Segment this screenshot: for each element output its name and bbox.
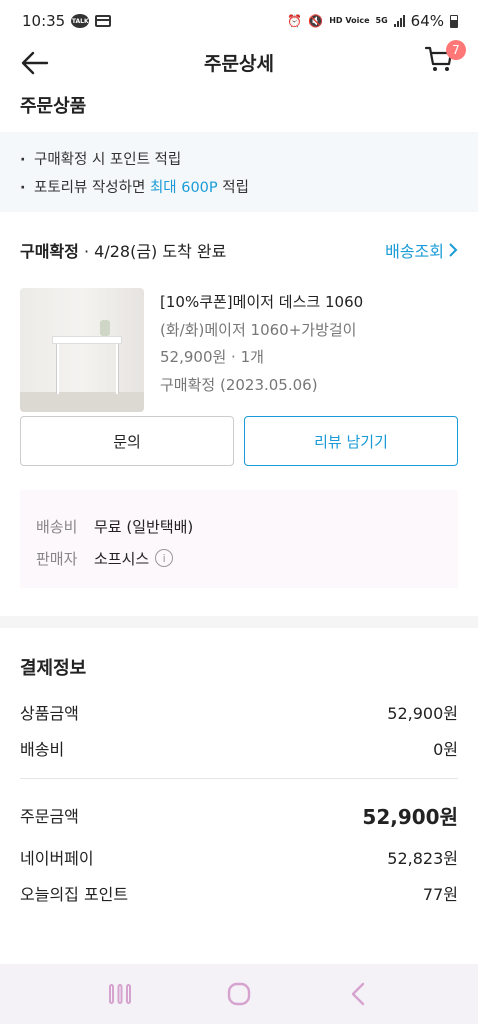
recent-apps-button[interactable] — [100, 974, 140, 1014]
info-icon[interactable]: i — [155, 549, 174, 567]
payment-value: 52,823원 — [387, 849, 458, 868]
app-header: 주문상세 7 — [0, 40, 478, 82]
shipping-fee-label: 배송비 — [36, 517, 78, 536]
section-divider — [0, 616, 478, 628]
shipping-fee-row: 배송비 무료 (일반택배) — [36, 510, 442, 542]
payment-label: 상품금액 — [20, 704, 79, 723]
section-title-products: 주문상품 — [20, 96, 87, 117]
order-total-amount: 52,900원 — [362, 804, 458, 829]
order-header: 구매확정 · 4/28(금) 도착 완료 배송조회 — [0, 212, 478, 288]
confirm-date: 구매확정 (2023.05.06) — [160, 375, 318, 394]
home-button[interactable] — [219, 974, 259, 1014]
product-option: (화/화)메이저 1060+가방걸이 — [160, 320, 357, 339]
payment-value: 0원 — [433, 740, 458, 759]
cart-count-badge: 7 — [446, 40, 466, 60]
status-bar: 10:35 TALK ⏰ 🔇 HD Voice 5G 64% — [0, 0, 478, 42]
product-name: [10%쿠폰]메이저 데스크 1060 — [160, 293, 364, 311]
payment-row-product: 상품금액 52,900원 — [0, 694, 478, 730]
alarm-icon: ⏰ — [287, 14, 303, 28]
clock: 10:35 — [22, 12, 66, 30]
seller-name: 소프시스 — [94, 549, 150, 568]
track-delivery-link[interactable]: 배송조회 — [385, 238, 458, 262]
order-status: 구매확정 · 4/28(금) 도착 완료 — [20, 242, 227, 261]
payment-row-shipping: 배송비 0원 — [0, 730, 478, 766]
payment-row-points: 오늘의집 포인트 77원 — [0, 875, 478, 911]
seller-label: 판매자 — [36, 549, 78, 568]
action-buttons: 문의 리뷰 남기기 — [0, 416, 478, 466]
payment-value: 52,900원 — [387, 704, 458, 723]
write-review-button[interactable]: 리뷰 남기기 — [244, 416, 458, 466]
battery-icon — [450, 14, 458, 28]
network-icon: 5G — [375, 16, 388, 25]
arrow-left-icon — [21, 51, 49, 75]
recent-apps-icon — [108, 984, 131, 1004]
payment-row-naverpay: 네이버페이 52,823원 — [0, 839, 478, 875]
hd-voice-icon: HD Voice — [329, 16, 370, 25]
payment-label: 오늘의집 포인트 — [20, 885, 129, 904]
back-nav-button[interactable] — [338, 974, 378, 1014]
back-button[interactable] — [18, 46, 52, 80]
payment-row-total: 주문금액 52,900원 — [0, 791, 478, 839]
chevron-right-icon — [449, 243, 458, 257]
shipping-fee-value: 무료 (일반택배) — [94, 517, 194, 536]
point-highlight: 최대 600P — [149, 180, 218, 196]
home-icon — [227, 982, 251, 1006]
product-item[interactable]: [10%쿠폰]메이저 데스크 1060 (화/화)메이저 1060+가방걸이 5… — [0, 288, 478, 414]
system-nav-bar — [0, 964, 478, 1024]
chevron-left-icon — [352, 982, 365, 1006]
seller-row: 판매자 소프시스 i — [36, 542, 442, 574]
payment-value: 77원 — [422, 885, 458, 904]
signal-icon — [393, 15, 405, 27]
notice-line: 포토리뷰 작성하면 최대 600P 적립 — [20, 174, 458, 202]
kakaotalk-icon: TALK — [71, 14, 90, 28]
payment-label: 배송비 — [20, 740, 65, 759]
product-info: [10%쿠폰]메이저 데스크 1060 (화/화)메이저 1060+가방걸이 5… — [144, 288, 363, 414]
product-thumbnail[interactable] — [20, 288, 144, 412]
payment-label: 네이버페이 — [20, 849, 94, 868]
payment-label: 주문금액 — [20, 807, 79, 826]
shipping-info-box: 배송비 무료 (일반택배) 판매자 소프시스 i — [20, 490, 458, 588]
inquiry-button[interactable]: 문의 — [20, 416, 234, 466]
payment-title: 결제정보 — [20, 658, 87, 679]
point-notice: 구매확정 시 포인트 적립 포토리뷰 작성하면 최대 600P 적립 — [0, 132, 478, 212]
page-title: 주문상세 — [204, 52, 274, 75]
notice-line: 구매확정 시 포인트 적립 — [20, 146, 458, 174]
payment-divider — [20, 778, 458, 779]
card-icon — [95, 15, 112, 27]
mute-icon: 🔇 — [308, 14, 324, 28]
product-price-qty: 52,900원 · 1개 — [160, 348, 264, 366]
cart-button[interactable]: 7 — [424, 40, 466, 78]
battery-percent: 64% — [410, 12, 444, 30]
